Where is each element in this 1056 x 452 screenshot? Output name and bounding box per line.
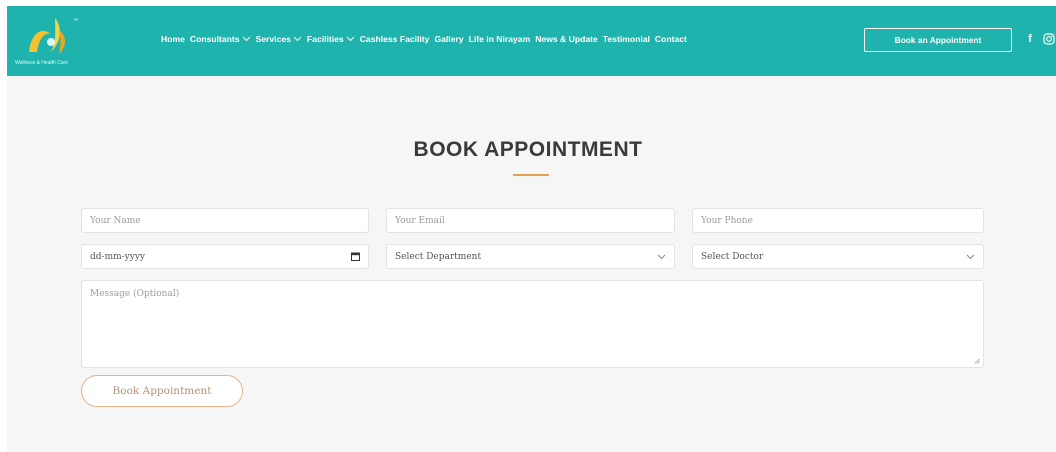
- chevron-down-icon: [293, 36, 302, 42]
- facebook-icon[interactable]: f: [1025, 32, 1035, 46]
- nav-item-label: Services: [255, 34, 291, 44]
- doctor-selected: Select Doctor: [701, 251, 764, 262]
- phone-input[interactable]: Your Phone: [692, 208, 984, 233]
- date-input[interactable]: dd-mm-yyyy: [81, 244, 369, 269]
- nav-item-label: Life in Nirayam: [468, 34, 531, 44]
- nav-item-label: Gallery: [434, 34, 464, 44]
- email-input[interactable]: Your Email: [386, 208, 675, 233]
- page-title: BOOK APPOINTMENT: [413, 138, 643, 161]
- name-input[interactable]: Your Name: [81, 208, 369, 233]
- nav-item-contact[interactable]: Contact: [655, 34, 687, 44]
- message-placeholder: Message (Optional): [90, 289, 180, 299]
- title-underline: [513, 174, 549, 176]
- main-nav: Home Consultants Services Facilities Cashles…: [161, 34, 687, 44]
- nav-item-label: News & Update: [535, 34, 598, 44]
- email-placeholder: Your Email: [395, 215, 445, 226]
- date-value: dd-mm-yyyy: [90, 251, 146, 262]
- nav-item-services[interactable]: Services: [256, 34, 302, 44]
- book-appointment-header-button[interactable]: Book an Appointment: [864, 28, 1012, 52]
- chevron-down-icon: [966, 254, 975, 259]
- name-placeholder: Your Name: [90, 215, 141, 226]
- nav-item-testimonial[interactable]: Testimonial: [603, 34, 650, 44]
- resize-handle-icon[interactable]: [974, 358, 980, 364]
- nav-item-home[interactable]: Home: [161, 34, 185, 44]
- nav-item-cashless-facility[interactable]: Cashless Facility: [360, 34, 430, 44]
- nav-item-label: Cashless Facility: [359, 34, 430, 44]
- nav-item-facilities[interactable]: Facilities: [307, 34, 355, 44]
- nav-item-news-update[interactable]: News & Update: [535, 34, 598, 44]
- nav-item-label: Contact: [654, 34, 687, 44]
- nav-item-label: Consultants: [189, 34, 240, 44]
- book-appointment-submit-button[interactable]: Book Appointment: [81, 375, 243, 407]
- nav-item-label: Testimonial: [602, 34, 650, 44]
- site-header: ™ Wellness & Health Care Home Consultants…: [7, 6, 1056, 76]
- chevron-down-icon: [242, 36, 250, 42]
- calendar-icon[interactable]: [351, 252, 360, 261]
- logo-mark-icon: ™: [29, 18, 78, 54]
- nav-item-label: Home: [161, 34, 185, 44]
- logo-tagline: Wellness & Health Care: [15, 60, 68, 66]
- nav-item-life-in-nirayam[interactable]: Life in Nirayam: [469, 34, 531, 44]
- svg-text:™: ™: [73, 18, 78, 24]
- department-select[interactable]: Select Department: [386, 244, 675, 269]
- instagram-icon[interactable]: [1043, 33, 1055, 45]
- nav-item-label: Facilities: [306, 34, 344, 44]
- phone-placeholder: Your Phone: [701, 215, 753, 226]
- site-logo[interactable]: ™ Wellness & Health Care: [15, 12, 87, 70]
- chevron-down-icon: [657, 254, 666, 259]
- department-selected: Select Department: [395, 251, 482, 262]
- chevron-down-icon: [346, 36, 355, 42]
- nav-item-consultants[interactable]: Consultants: [190, 34, 251, 44]
- doctor-select[interactable]: Select Doctor: [692, 244, 984, 269]
- nav-item-gallery[interactable]: Gallery: [434, 34, 463, 44]
- message-textarea[interactable]: Message (Optional): [81, 280, 984, 368]
